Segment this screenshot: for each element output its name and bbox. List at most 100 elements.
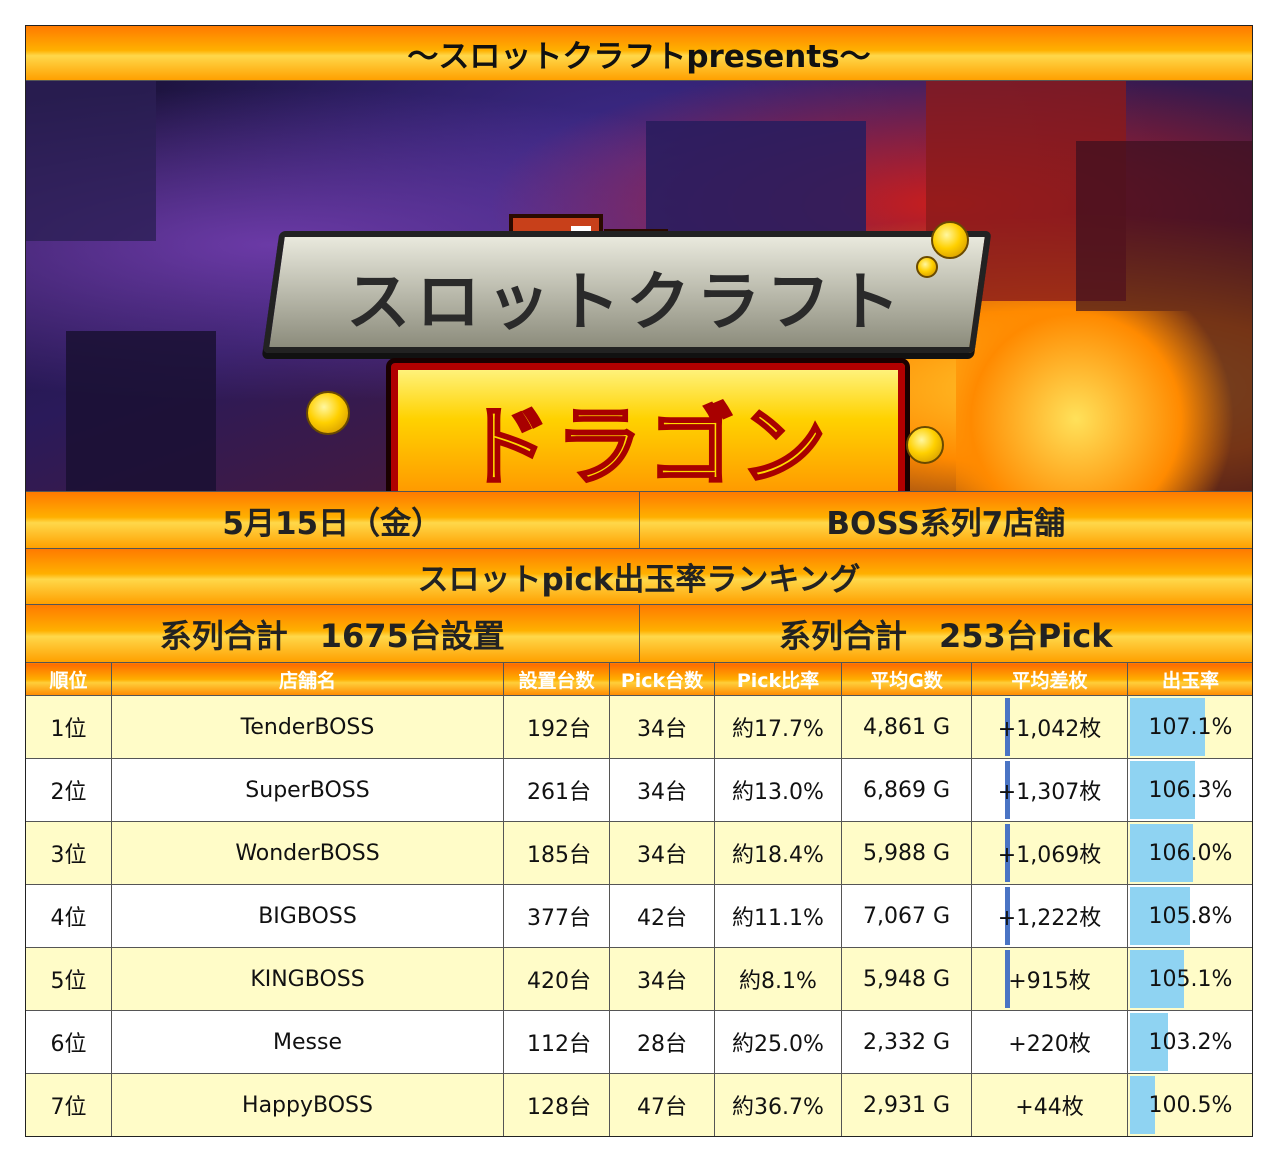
avg-diff-cell: +44枚: [971, 1073, 1128, 1136]
coin-icon: [306, 391, 350, 435]
pick-count-cell-text: 34台: [637, 717, 687, 742]
rank-cell: 1位: [26, 695, 112, 759]
fire-effect: [956, 311, 1252, 491]
rank-cell-text: 3位: [50, 843, 87, 868]
pick-count-cell: 34台: [609, 947, 715, 1011]
payout-rate-cell-text: 103.2%: [1148, 1029, 1233, 1055]
col-header-avg-diff: 平均差枚: [971, 662, 1128, 696]
pick-count-cell: 28台: [609, 1010, 715, 1074]
installed-count-cell-text: 420台: [527, 969, 591, 994]
pick-ratio-cell: 約11.1%: [714, 884, 842, 948]
store-name-cell: BIGBOSS: [111, 884, 504, 948]
installed-count-cell: 192台: [503, 695, 610, 759]
store-name-cell: HappyBOSS: [111, 1073, 504, 1136]
pick-ratio-cell: 約36.7%: [714, 1073, 842, 1136]
store-name-cell-text: HappyBOSS: [242, 1092, 373, 1118]
avg-games-cell-text: 2,931 G: [862, 1092, 951, 1118]
table-row: 2位 SuperBOSS 261台 34台 約13.0% 6,869 G +1,307枚 10…: [26, 758, 1252, 822]
avg-games-cell: 2,931 G: [841, 1073, 972, 1136]
hero-banner: スロットクラフト ドラゴン: [26, 81, 1252, 491]
pick-ratio-cell: 約18.4%: [714, 821, 842, 885]
rank-cell-text: 2位: [50, 780, 87, 805]
avg-games-cell: 5,988 G: [841, 821, 972, 885]
payout-rate-cell-text: 106.0%: [1148, 840, 1233, 866]
store-name-cell: SuperBOSS: [111, 758, 504, 822]
payout-rate-cell: 105.8%: [1127, 884, 1252, 948]
store-name-cell: KINGBOSS: [111, 947, 504, 1011]
rank-cell-text: 1位: [50, 717, 87, 742]
avg-games-cell: 7,067 G: [841, 884, 972, 948]
coin-icon: [916, 256, 938, 278]
installed-count-cell-text: 261台: [527, 780, 591, 805]
payout-rate-cell-text: 100.5%: [1148, 1092, 1233, 1118]
pick-ratio-cell: 約8.1%: [714, 947, 842, 1011]
col-header-rank: 順位: [26, 662, 112, 696]
installed-count-cell: 112台: [503, 1010, 610, 1074]
installed-count-cell-text: 112台: [527, 1032, 591, 1057]
logo-line2: ドラゴン: [463, 396, 832, 492]
pick-ratio-cell: 約17.7%: [714, 695, 842, 759]
pixel-block: [26, 81, 156, 241]
pixel-block: [66, 331, 216, 491]
avg-games-cell: 5,948 G: [841, 947, 972, 1011]
coin-icon: [906, 426, 944, 464]
col-header-pick-count: Pick台数: [609, 662, 715, 696]
pick-ratio-cell-text: 約11.1%: [732, 906, 824, 931]
installed-count-cell-text: 192台: [527, 717, 591, 742]
table-row: 5位 KINGBOSS 420台 34台 約8.1% 5,948 G +915枚 105.1%: [26, 947, 1252, 1011]
installed-count-cell: 261台: [503, 758, 610, 822]
store-name-cell: TenderBOSS: [111, 695, 504, 759]
installed-count-cell: 420台: [503, 947, 610, 1011]
avg-diff-cell-text: +1,069枚: [997, 843, 1102, 868]
pick-count-cell: 34台: [609, 821, 715, 885]
avg-games-cell-text: 2,332 G: [862, 1029, 951, 1055]
store-name-cell-text: TenderBOSS: [240, 714, 375, 740]
avg-games-cell: 4,861 G: [841, 695, 972, 759]
rank-cell-text: 6位: [50, 1032, 87, 1057]
col-header-store: 店舗名: [111, 662, 504, 696]
pick-ratio-cell-text: 約18.4%: [732, 843, 824, 868]
rank-cell: 6位: [26, 1010, 112, 1074]
pick-count-cell-text: 34台: [637, 780, 687, 805]
col-header-installed: 設置台数: [503, 662, 610, 696]
store-group: BOSS系列7店舗: [638, 492, 1252, 548]
pick-count-cell-text: 47台: [637, 1095, 687, 1120]
col-header-avg-games: 平均G数: [841, 662, 972, 696]
rank-cell-text: 4位: [50, 906, 87, 931]
payout-rate-cell: 105.1%: [1127, 947, 1252, 1011]
store-name-cell-text: Messe: [273, 1029, 342, 1055]
payout-rate-cell-text: 105.1%: [1148, 966, 1233, 992]
pick-ratio-cell: 約13.0%: [714, 758, 842, 822]
pick-count-cell: 47台: [609, 1073, 715, 1136]
avg-diff-cell: +1,069枚: [971, 821, 1128, 885]
payout-rate-cell-text: 106.3%: [1148, 777, 1233, 803]
rank-cell: 4位: [26, 884, 112, 948]
installed-count-cell-text: 185台: [527, 843, 591, 868]
installed-count-cell-text: 377台: [527, 906, 591, 931]
avg-games-cell: 6,869 G: [841, 758, 972, 822]
pick-count-cell: 34台: [609, 695, 715, 759]
pick-count-cell-text: 42台: [637, 906, 687, 931]
avg-games-cell-text: 5,988 G: [862, 840, 951, 866]
avg-diff-cell-text: +1,042枚: [997, 717, 1102, 742]
pick-ratio-cell-text: 約13.0%: [732, 780, 824, 805]
rank-cell-text: 5位: [50, 969, 87, 994]
table-header-row: 順位 店舗名 設置台数 Pick台数 Pick比率 平均G数 平均差枚 出玉率: [26, 662, 1252, 696]
pick-ratio-cell: 約25.0%: [714, 1010, 842, 1074]
avg-games-cell-text: 7,067 G: [862, 903, 951, 929]
event-date: 5月15日（金）: [26, 492, 639, 548]
col-header-payout-rate: 出玉率: [1127, 662, 1252, 696]
ranking-poster: ～スロットクラフトpresents～ スロットクラフト ドラゴン 5月15日（金…: [25, 25, 1253, 1137]
total-installed: 系列合計 1675台設置: [26, 605, 639, 662]
table-row: 3位 WonderBOSS 185台 34台 約18.4% 5,988 G +1,069枚 1…: [26, 821, 1252, 885]
avg-diff-cell-text: +1,222枚: [997, 906, 1102, 931]
payout-rate-cell-text: 107.1%: [1148, 714, 1233, 740]
store-name-cell-text: WonderBOSS: [235, 840, 380, 866]
logo-lower-plate: ドラゴン: [386, 358, 910, 492]
store-name-cell: Messe: [111, 1010, 504, 1074]
payout-rate-cell: 103.2%: [1127, 1010, 1252, 1074]
avg-games-cell: 2,332 G: [841, 1010, 972, 1074]
coin-icon: [931, 221, 969, 259]
store-name-cell: WonderBOSS: [111, 821, 504, 885]
table-row: 4位 BIGBOSS 377台 42台 約11.1% 7,067 G +1,222枚 105.…: [26, 884, 1252, 948]
